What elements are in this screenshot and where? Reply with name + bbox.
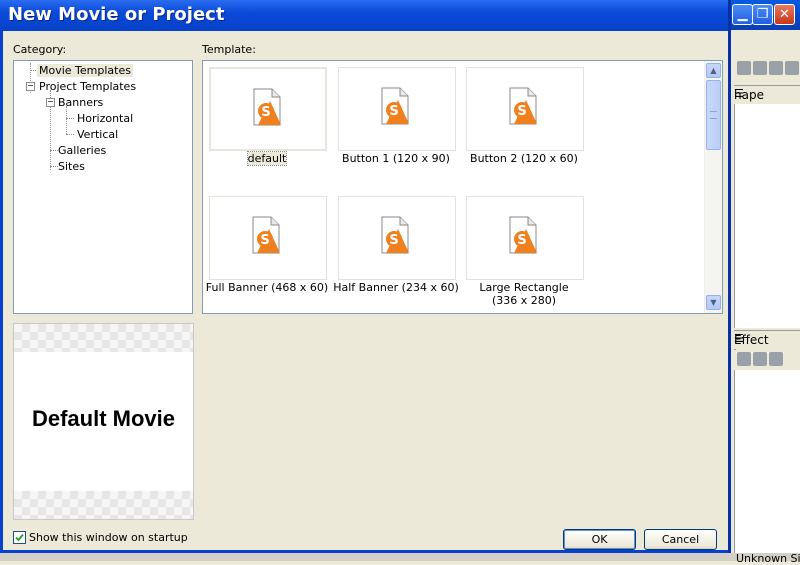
template-thumbnail: S [209, 196, 327, 280]
background-panel-tab-shape[interactable]: hape ☰ [734, 85, 800, 105]
collapse-icon[interactable]: − [26, 82, 35, 91]
preview-checker-top [14, 324, 193, 352]
template-grid[interactable]: S default S Button 1 (120 x 90) S Button… [202, 60, 723, 314]
scroll-down-icon[interactable]: ▼ [706, 295, 721, 310]
template-thumbnail: S [338, 67, 456, 151]
collapse-icon[interactable]: − [46, 98, 55, 107]
checkmark-icon [15, 533, 24, 542]
template-thumbnail: S [466, 196, 584, 280]
template-caption: Button 2 (120 x 60) [470, 152, 578, 165]
scroll-up-icon[interactable]: ▲ [706, 63, 721, 78]
svg-text:S: S [517, 233, 526, 248]
template-label: Template: [202, 43, 256, 56]
background-effect-toolbar [736, 349, 800, 369]
template-preview: Default Movie [13, 323, 194, 520]
swish-file-icon: S [509, 87, 537, 125]
tool-icon[interactable] [769, 61, 783, 75]
swish-file-icon: S [381, 87, 409, 125]
svg-text:S: S [260, 233, 269, 248]
swish-file-icon: S [252, 216, 280, 254]
dialog-titlebar: New Movie or Project [0, 0, 728, 31]
scroll-thumb[interactable] [706, 80, 721, 150]
preview-checker-bottom [14, 491, 193, 519]
background-toolbar [736, 58, 800, 78]
dialog-title: New Movie or Project [8, 4, 225, 25]
svg-text:S: S [517, 104, 526, 119]
template-caption: Full Banner (468 x 60) [205, 281, 329, 294]
tool-icon[interactable] [753, 352, 767, 366]
panel-menu-icon[interactable]: ☰ [734, 87, 794, 100]
template-tile[interactable]: S Full Banner (468 x 60) [206, 196, 337, 294]
tool-icon[interactable] [737, 352, 751, 366]
tree-item-banners[interactable]: Banners [58, 96, 103, 109]
dialog-body: Category: Template: Movie Templates − Pr… [3, 31, 728, 550]
show-on-startup-label[interactable]: Show this window on startup [29, 531, 188, 544]
template-thumbnail: S [338, 196, 456, 280]
svg-text:S: S [389, 233, 398, 248]
background-panel-tab-effect[interactable]: Effect ☰ [734, 330, 800, 350]
new-movie-dialog: New Movie or Project Category: Template:… [0, 0, 731, 553]
template-caption: Large Rectangle (336 x 280) [479, 281, 569, 307]
template-tile[interactable]: S Button 1 (120 x 90) [338, 67, 466, 165]
template-thumbnail: S [209, 67, 327, 151]
close-icon[interactable]: ✕ [774, 4, 795, 25]
minimize-icon[interactable]: ▁ [732, 4, 753, 25]
show-on-startup-checkbox[interactable] [13, 531, 26, 544]
template-caption: Half Banner (234 x 60) [333, 281, 459, 294]
swish-file-icon: S [381, 216, 409, 254]
tool-icon[interactable] [753, 61, 767, 75]
tree-item-horizontal[interactable]: Horizontal [77, 112, 133, 125]
svg-text:S: S [389, 104, 398, 119]
tree-item-project-templates[interactable]: Project Templates [39, 80, 136, 93]
cancel-button[interactable]: Cancel [644, 529, 717, 550]
tree-item-vertical[interactable]: Vertical [77, 128, 118, 141]
tool-icon[interactable] [737, 61, 751, 75]
template-tile[interactable]: S Button 2 (120 x 60) [466, 67, 594, 165]
background-effect-panel [734, 370, 800, 553]
swish-file-icon: S [253, 88, 281, 126]
preview-title: Default Movie [31, 406, 176, 431]
category-tree[interactable]: Movie Templates − Project Templates − Ba… [13, 60, 193, 314]
template-thumbnail: S [466, 67, 584, 151]
template-caption: default [246, 151, 288, 166]
template-tile[interactable]: S Large Rectangle (336 x 280) [466, 196, 594, 307]
category-label: Category: [13, 43, 67, 56]
tree-item-sites[interactable]: Sites [58, 160, 85, 173]
tree-item-movie-templates[interactable]: Movie Templates [37, 64, 133, 77]
template-caption: Button 1 (120 x 90) [342, 152, 450, 165]
tool-icon[interactable] [769, 352, 783, 366]
tree-item-galleries[interactable]: Galleries [58, 144, 106, 157]
ok-button[interactable]: OK [563, 529, 636, 550]
template-tile[interactable]: S Half Banner (234 x 60) [333, 196, 466, 294]
panel-menu-icon[interactable]: ☰ [734, 332, 794, 345]
restore-icon[interactable]: ❐ [752, 4, 773, 25]
svg-text:S: S [261, 105, 270, 120]
status-text: Unknown Size [736, 552, 800, 565]
tool-icon[interactable] [785, 61, 799, 75]
background-status-bar: Unknown Size [0, 552, 800, 565]
template-tile[interactable]: S default [209, 67, 337, 166]
template-scrollbar[interactable]: ▲ ▼ [704, 61, 722, 313]
swish-file-icon: S [509, 216, 537, 254]
background-panel [734, 104, 800, 328]
